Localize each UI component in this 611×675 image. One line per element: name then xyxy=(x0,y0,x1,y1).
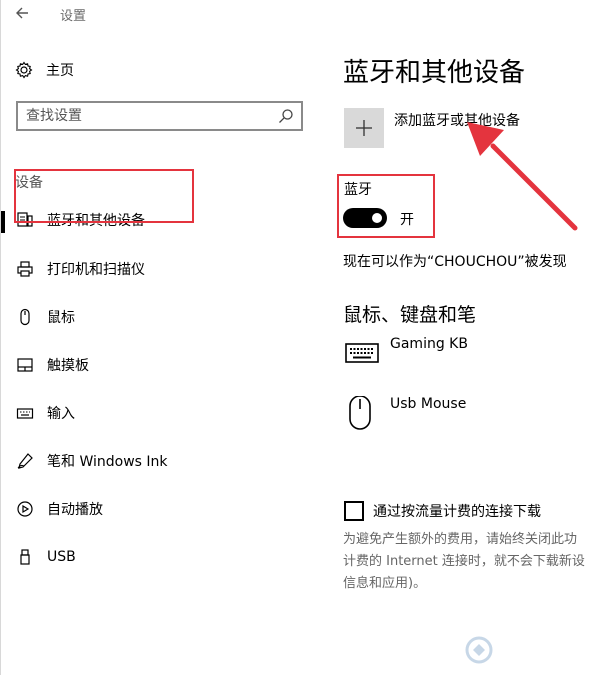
arrow-left-icon xyxy=(16,7,28,19)
main-content: 蓝牙和其他设备 添加蓝牙或其他设备 蓝牙 开 现在可以作为“CHOUCHOU”被… xyxy=(321,0,611,675)
sidebar-item-autoplay[interactable]: 自动播放 xyxy=(1,489,321,529)
discoverable-text: 现在可以作为“CHOUCHOU”被发现 xyxy=(343,254,567,270)
devices-section-title: 鼠标、键盘和笔 xyxy=(343,304,477,326)
sidebar-item-label: 触摸板 xyxy=(47,358,89,374)
keyboard-icon xyxy=(345,343,379,363)
pen-icon xyxy=(16,452,34,470)
sidebar: 主页 设备 蓝牙和其他设备 打印机和扫描仪 xyxy=(1,28,321,675)
search-input[interactable] xyxy=(26,107,266,125)
metered-download-hint: 为避免产生额外的费用，请始终关闭此功 计费的 Internet 连接时，就不会下… xyxy=(343,529,611,595)
gear-icon xyxy=(15,61,33,79)
device-name: Usb Mouse xyxy=(390,396,467,412)
sidebar-item-label: 输入 xyxy=(47,406,75,422)
add-device-button[interactable] xyxy=(344,108,384,148)
search-icon[interactable] xyxy=(277,107,295,125)
window-title: 设置 xyxy=(60,9,87,24)
metered-download-checkbox[interactable] xyxy=(344,501,364,521)
bluetooth-toggle[interactable] xyxy=(343,208,387,228)
sidebar-item-printers[interactable]: 打印机和扫描仪 xyxy=(1,249,321,289)
hint-line: 为避免产生额外的费用，请始终关闭此功 xyxy=(343,532,578,547)
sidebar-item-label: USB xyxy=(47,549,76,565)
sidebar-item-mouse[interactable]: 鼠标 xyxy=(1,297,321,337)
watermark-logo xyxy=(459,630,609,670)
settings-window: 设置 主页 设备 蓝牙和其他设备 xyxy=(0,0,611,675)
hint-line: 信息和应用)。 xyxy=(343,576,427,591)
sidebar-item-label: 鼠标 xyxy=(47,310,75,326)
plus-icon xyxy=(356,120,372,136)
usb-icon xyxy=(16,548,34,566)
search-box[interactable] xyxy=(16,101,303,131)
sidebar-item-label: 自动播放 xyxy=(47,502,103,518)
sidebar-item-usb[interactable]: USB xyxy=(1,537,321,577)
add-device-label[interactable]: 添加蓝牙或其他设备 xyxy=(394,110,520,130)
sidebar-item-label: 打印机和扫描仪 xyxy=(47,262,145,278)
printer-icon xyxy=(16,260,34,278)
sidebar-item-pen[interactable]: 笔和 Windows Ink xyxy=(1,441,321,481)
active-indicator xyxy=(1,211,5,233)
home-label: 主页 xyxy=(46,63,74,79)
mouse-icon xyxy=(16,308,34,326)
keyboard-icon xyxy=(16,404,34,422)
highlight-box-sidebar xyxy=(14,169,194,223)
metered-download-label[interactable]: 通过按流量计费的连接下载 xyxy=(373,501,541,521)
hint-line: 计费的 Internet 连接时，就不会下载新设 xyxy=(343,554,585,569)
sidebar-home[interactable]: 主页 xyxy=(15,60,74,80)
touchpad-icon xyxy=(16,356,34,374)
device-name: Gaming KB xyxy=(390,336,468,352)
page-title: 蓝牙和其他设备 xyxy=(343,58,526,88)
sidebar-item-typing[interactable]: 输入 xyxy=(1,393,321,433)
sidebar-item-touchpad[interactable]: 触摸板 xyxy=(1,345,321,385)
autoplay-icon xyxy=(16,500,34,518)
bluetooth-toggle-state: 开 xyxy=(400,212,414,228)
sidebar-item-label: 笔和 Windows Ink xyxy=(47,454,168,470)
mouse-icon xyxy=(349,396,371,430)
toggle-knob xyxy=(372,213,382,223)
back-button[interactable] xyxy=(11,2,35,24)
bluetooth-label: 蓝牙 xyxy=(344,182,372,198)
